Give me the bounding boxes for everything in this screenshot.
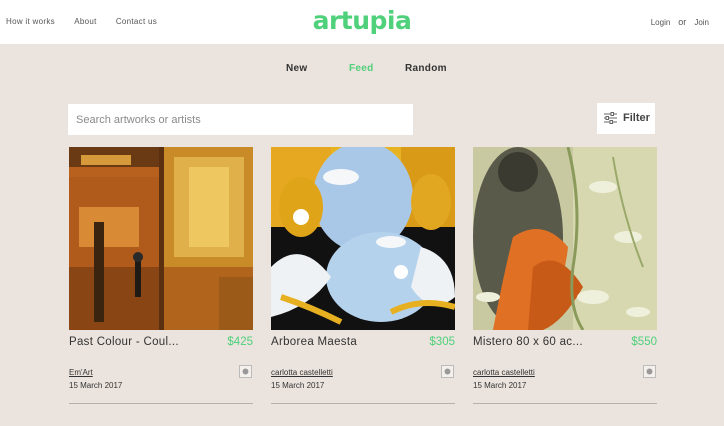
filter-button[interactable]: Filter [597, 103, 655, 134]
tab-feed[interactable]: Feed [349, 63, 374, 74]
artwork-date: 15 March 2017 [473, 381, 527, 390]
artwork-title[interactable]: Past Colour - Coul... [69, 336, 179, 348]
artwork-title[interactable]: Mistero 80 x 60 ac... [473, 336, 583, 348]
artwork-card: Arborea Maesta $305 carlotta castelletti… [271, 147, 455, 404]
inquiry-icon[interactable] [643, 365, 656, 378]
filter-label: Filter [623, 112, 650, 124]
artwork-card: Mistero 80 x 60 ac... $550 carlotta cast… [473, 147, 657, 404]
inquiry-icon[interactable] [441, 365, 454, 378]
artist-link[interactable]: carlotta castelletti [473, 368, 535, 377]
artwork-date: 15 March 2017 [271, 381, 325, 390]
login-link[interactable]: Login [651, 18, 671, 27]
top-header: How it works About Contact us artupia Lo… [0, 0, 724, 44]
inquiry-icon[interactable] [239, 365, 252, 378]
artwork-date: 15 March 2017 [69, 381, 123, 390]
artwork-image-wooden-door[interactable] [69, 147, 253, 330]
artwork-title[interactable]: Arborea Maesta [271, 336, 357, 348]
or-separator: or [678, 17, 687, 27]
artupia-logo[interactable]: artupia [0, 6, 724, 35]
artwork-image-mistero[interactable] [473, 147, 657, 330]
join-link[interactable]: Join [694, 18, 709, 27]
artist-link[interactable]: carlotta castelletti [271, 368, 333, 377]
card-divider [271, 403, 455, 404]
search-input[interactable] [68, 104, 413, 135]
artwork-card: Past Colour - Coul... $425 Em'Art 15 Mar… [69, 147, 253, 404]
card-divider [473, 403, 657, 404]
sliders-icon [604, 112, 617, 124]
artwork-price: $305 [429, 336, 455, 348]
card-divider [69, 403, 253, 404]
tab-random[interactable]: Random [405, 63, 447, 74]
account-nav: Login or Join [651, 17, 709, 27]
artist-link[interactable]: Em'Art [69, 368, 93, 377]
artwork-image-arborea[interactable] [271, 147, 455, 330]
tab-new[interactable]: New [286, 63, 307, 74]
artwork-price: $425 [227, 336, 253, 348]
artwork-price: $550 [631, 336, 657, 348]
